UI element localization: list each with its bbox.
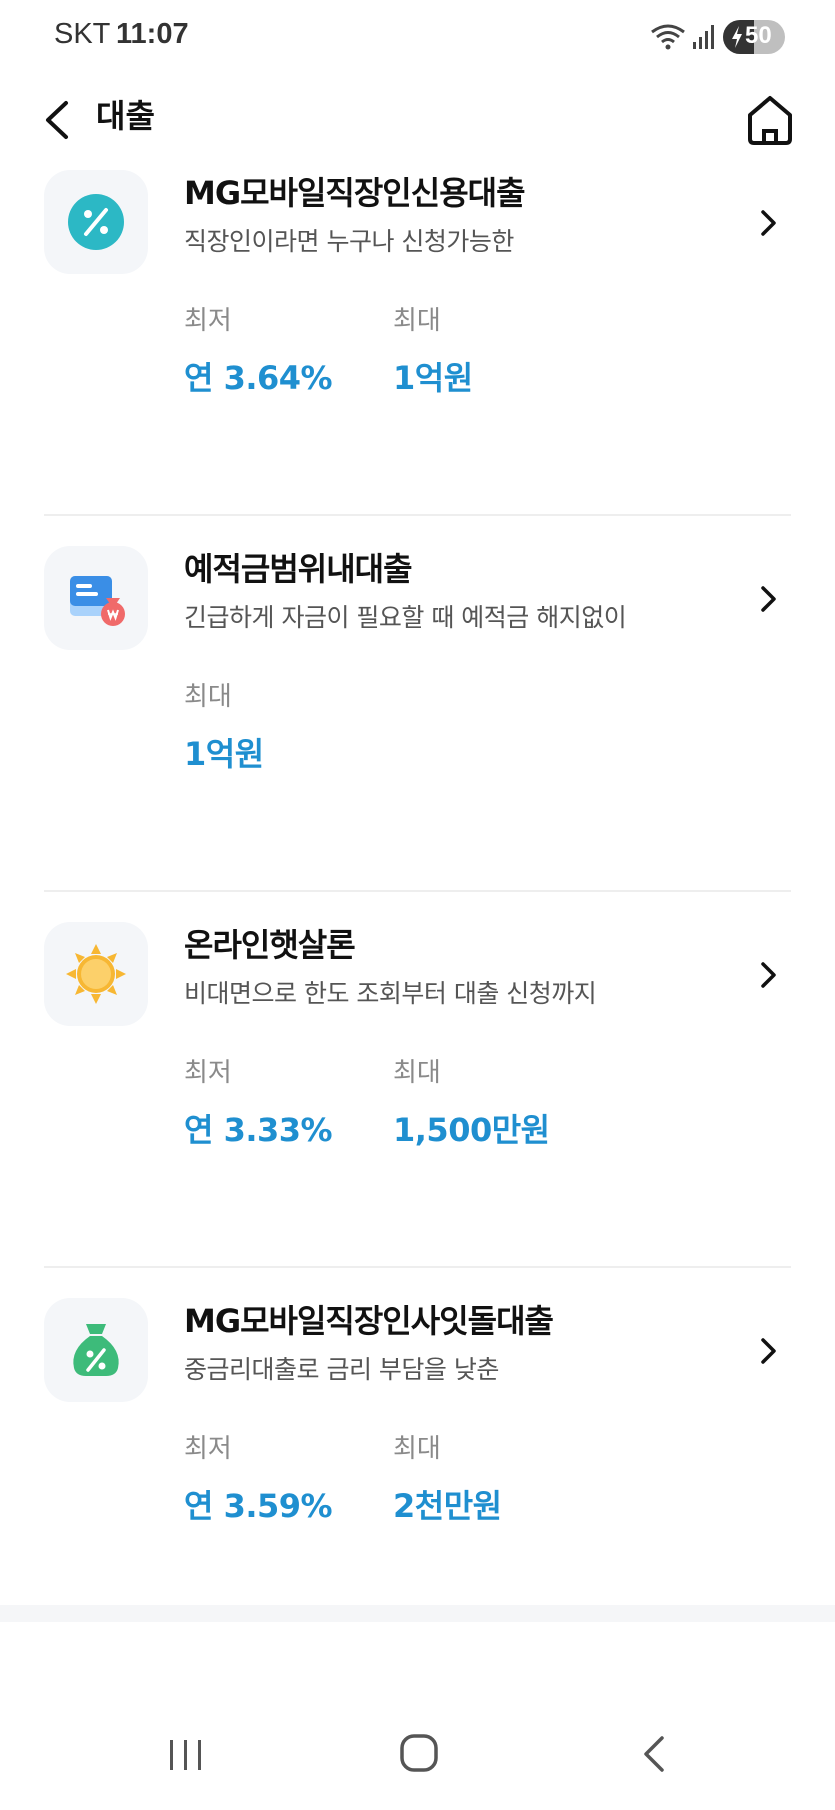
loan-description: 비대면으로 한도 조회부터 대출 신청까지 [184, 979, 597, 1008]
stat-value: 연 3.64% [184, 359, 333, 397]
percent-moneybag-icon [73, 1324, 119, 1376]
stat-value: 연 3.33% [184, 1111, 333, 1149]
stat-label: 최대 [393, 1058, 441, 1088]
signal-icon [693, 25, 714, 49]
percent-circle-icon [68, 194, 124, 250]
home-circle-icon[interactable] [398, 1730, 442, 1778]
chevron-right-icon[interactable] [754, 950, 784, 1000]
loan-icon-box [44, 922, 148, 1026]
stat-label: 최저 [184, 1058, 232, 1088]
status-bar: SKT 11:07 50 [0, 0, 835, 75]
stat-min-rate: 최저 연 3.59% [184, 1428, 333, 1527]
page-title: 대출 [96, 97, 155, 135]
loan-list: MG모바일직장인신용대출 직장인이라면 누구나 신청가능한 최저 연 3.64%… [0, 165, 835, 1605]
system-nav-bar [0, 1700, 835, 1810]
loan-description: 긴급하게 자금이 필요할 때 예적금 해지없이 [184, 603, 627, 632]
loan-item-online-sunshine[interactable]: 온라인햇살론 비대면으로 한도 조회부터 대출 신청까지 최저 연 3.33% … [0, 892, 835, 1268]
status-time: 11:07 [116, 18, 189, 50]
wifi-icon [651, 24, 685, 50]
carrier-label: SKT [54, 18, 111, 50]
battery-percent: 50 [745, 22, 772, 49]
loan-description: 중금리대출로 금리 부담을 낮춘 [184, 1355, 499, 1384]
app-header: 대출 [0, 75, 835, 165]
stat-min-rate: 최저 연 3.64% [184, 300, 333, 399]
chevron-right-icon[interactable] [754, 574, 784, 624]
chevron-right-icon[interactable] [754, 1326, 784, 1376]
stat-label: 최저 [184, 1434, 232, 1464]
stat-label: 최대 [393, 306, 441, 336]
stat-max-limit: 최대 1억원 [393, 300, 473, 399]
section-separator [0, 1605, 835, 1622]
stat-value: 1억원 [184, 735, 264, 773]
charging-icon [732, 26, 742, 48]
stat-min-rate: 최저 연 3.33% [184, 1052, 333, 1151]
chevron-left-icon [46, 101, 68, 139]
stat-value: 2천만원 [393, 1487, 502, 1525]
loan-item-mg-mobile-credit[interactable]: MG모바일직장인신용대출 직장인이라면 누구나 신청가능한 최저 연 3.64%… [0, 165, 835, 516]
loan-name: 온라인햇살론 [184, 926, 356, 964]
stat-label: 최저 [184, 306, 232, 336]
stat-max-limit: 최대 2천만원 [393, 1428, 502, 1527]
loan-icon-box [44, 170, 148, 274]
loan-icon-box [44, 1298, 148, 1402]
passbook-moneybag-icon [70, 576, 125, 626]
stat-max-limit: 최대 1,500만원 [393, 1052, 550, 1151]
loan-name: 예적금범위내대출 [184, 550, 413, 588]
loan-item-mg-mobile-saitdol[interactable]: MG모바일직장인사잇돌대출 중금리대출로 금리 부담을 낮춘 최저 연 3.59… [0, 1268, 835, 1605]
back-arrow-icon[interactable] [636, 1730, 672, 1778]
loan-icon-box [44, 546, 148, 650]
stat-value: 1억원 [393, 359, 473, 397]
back-button[interactable] [38, 85, 78, 155]
loan-name: MG모바일직장인신용대출 [184, 174, 526, 212]
recents-icon[interactable] [164, 1736, 208, 1774]
battery-indicator: 50 [723, 20, 785, 54]
home-button[interactable] [742, 85, 798, 155]
sun-icon [66, 944, 126, 1004]
stat-value: 연 3.59% [184, 1487, 333, 1525]
stat-value: 1,500만원 [393, 1111, 550, 1149]
stat-label: 최대 [393, 1434, 441, 1464]
chevron-right-icon[interactable] [754, 198, 784, 248]
home-icon [748, 96, 792, 145]
stat-max-limit: 최대 1억원 [184, 676, 264, 775]
loan-item-deposit-secured[interactable]: 예적금범위내대출 긴급하게 자금이 필요할 때 예적금 해지없이 최대 1억원 [0, 516, 835, 892]
loan-description: 직장인이라면 누구나 신청가능한 [184, 227, 514, 256]
stat-label: 최대 [184, 682, 232, 712]
loan-name: MG모바일직장인사잇돌대출 [184, 1302, 554, 1340]
